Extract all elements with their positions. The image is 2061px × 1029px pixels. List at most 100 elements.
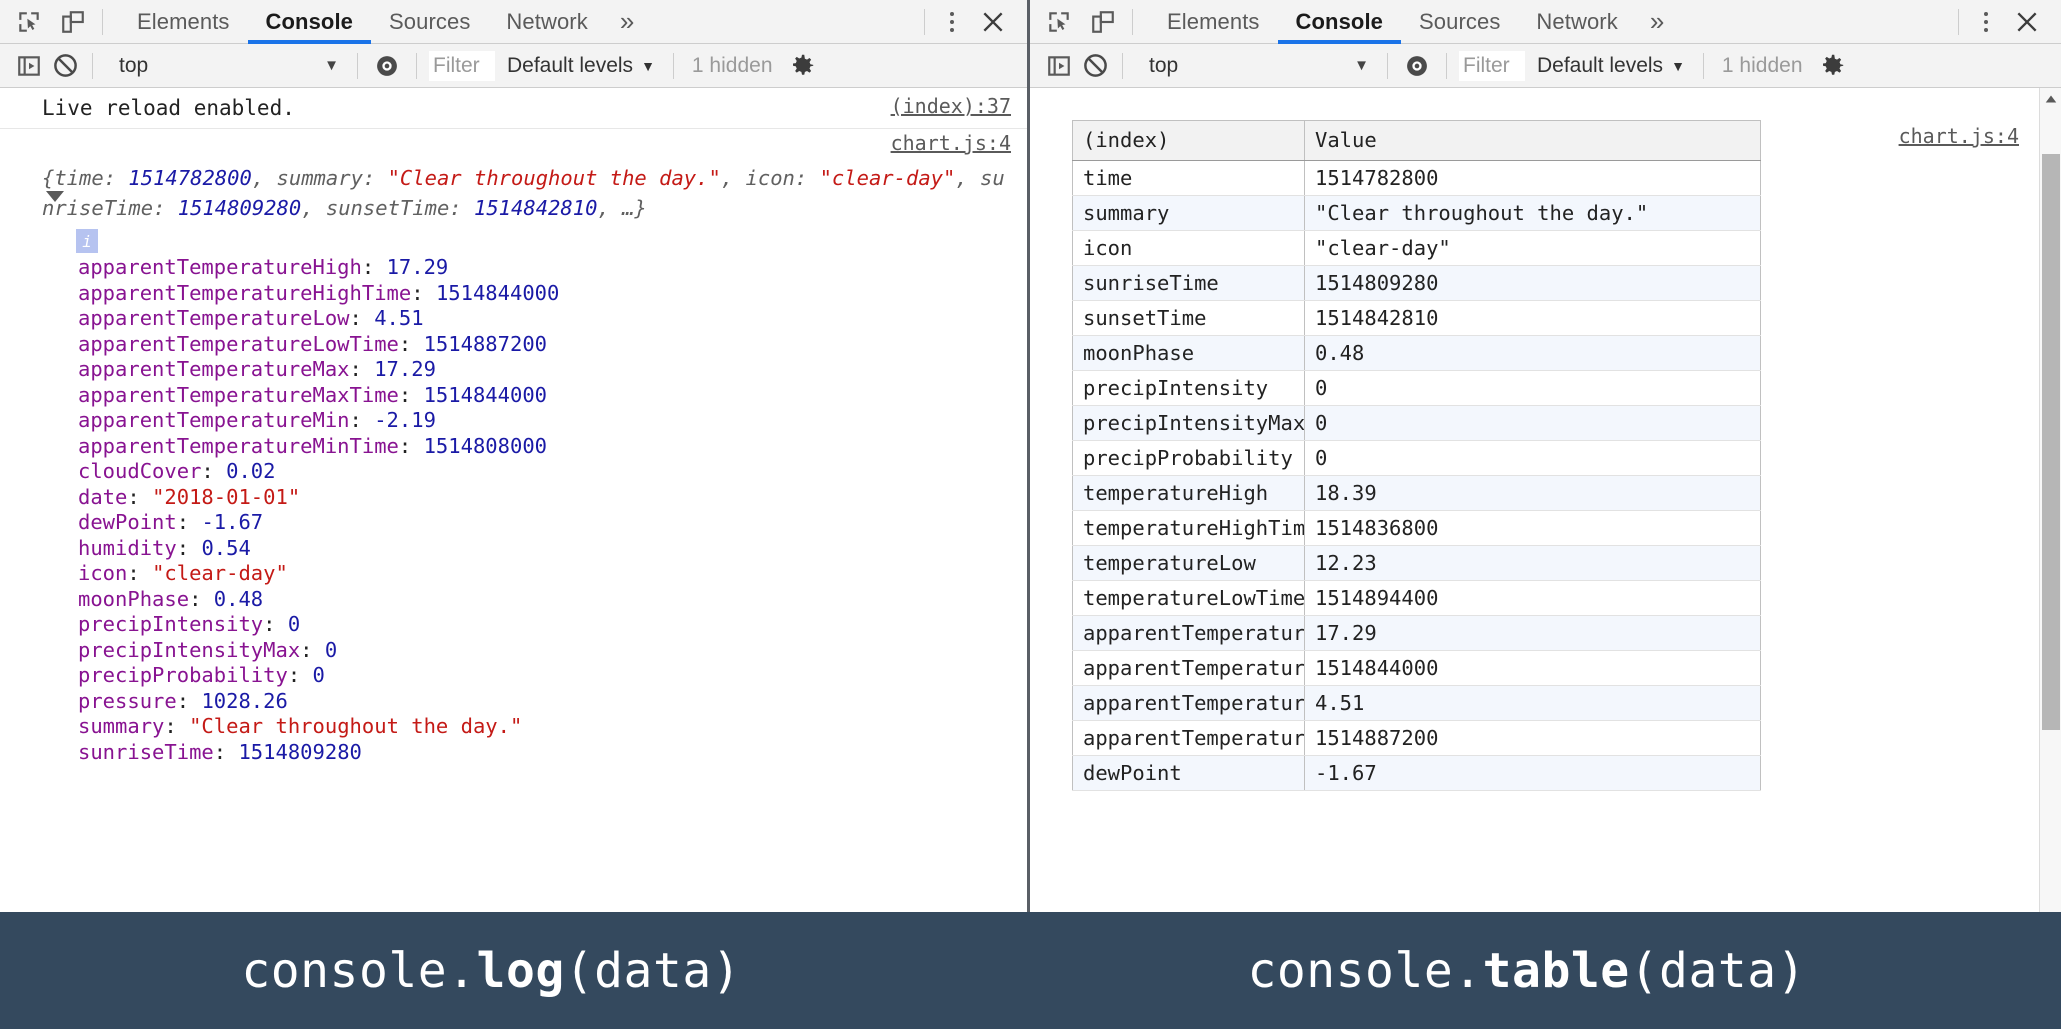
object-property-row[interactable]: apparentTemperatureMaxTime: 1514844000 xyxy=(78,383,1027,409)
table-row[interactable]: precipProbability 0 xyxy=(1072,440,1761,476)
console-sidebar-icon[interactable] xyxy=(14,51,44,81)
tab-elements[interactable]: Elements xyxy=(119,0,248,43)
device-toolbar-icon[interactable] xyxy=(58,7,88,37)
execution-context-select[interactable]: top ▼ xyxy=(105,51,345,81)
object-property-row[interactable]: pressure: 1028.26 xyxy=(78,689,1027,715)
devtools-panel-left: Elements Console Sources Network » top ▼… xyxy=(0,0,1030,912)
object-property-row[interactable]: dewPoint: -1.67 xyxy=(78,510,1027,536)
live-expression-icon[interactable] xyxy=(370,49,404,83)
table-cell-value: 4.51 xyxy=(1304,685,1761,721)
execution-context-select[interactable]: top ▼ xyxy=(1135,51,1375,81)
table-cell-value: 1514844000 xyxy=(1304,650,1761,686)
tab-network[interactable]: Network xyxy=(488,0,605,43)
disclosure-triangle-icon[interactable] xyxy=(46,191,64,202)
property-colon: : xyxy=(411,280,436,305)
table-row[interactable]: temperatureHigh 18.39 xyxy=(1072,475,1761,511)
more-options-icon[interactable] xyxy=(935,5,969,39)
inspect-element-icon[interactable] xyxy=(1044,7,1074,37)
object-property-row[interactable]: summary: "Clear throughout the day." xyxy=(78,714,1027,740)
filter-input[interactable]: Filter xyxy=(429,50,495,81)
tab-elements[interactable]: Elements xyxy=(1149,0,1278,43)
source-link-index[interactable]: (index):37 xyxy=(891,94,1011,118)
table-row[interactable]: precipIntensityMax 0 xyxy=(1072,405,1761,441)
console-output-left[interactable]: Live reload enabled. (index):37 chart.js… xyxy=(0,88,1027,912)
object-property-row[interactable]: apparentTemperatureHigh: 17.29 xyxy=(78,255,1027,281)
object-property-row[interactable]: moonPhase: 0.48 xyxy=(78,587,1027,613)
table-row[interactable]: apparentTemperatureLowTime1514887200 xyxy=(1072,720,1761,756)
property-colon: : xyxy=(349,306,375,330)
object-property-row[interactable]: precipIntensity: 0 xyxy=(78,612,1027,638)
log-levels-select[interactable]: Default levels ▼ xyxy=(501,54,661,78)
tab-console[interactable]: Console xyxy=(247,0,372,44)
table-row[interactable]: moonPhase 0.48 xyxy=(1072,335,1761,371)
object-property-row[interactable]: sunriseTime: 1514809280 xyxy=(78,740,1027,766)
live-expression-icon[interactable] xyxy=(1400,49,1434,83)
console-filterbar-left: top ▼ Filter Default levels ▼ 1 hidden xyxy=(0,44,1027,88)
object-property-row[interactable]: apparentTemperatureLow: 4.51 xyxy=(78,306,1027,332)
source-link-chartjs[interactable]: chart.js:4 xyxy=(891,131,1011,155)
object-property-row[interactable]: apparentTemperatureLowTime: 1514887200 xyxy=(78,332,1027,358)
table-row[interactable]: precipIntensity 0 xyxy=(1072,370,1761,406)
more-tabs-icon[interactable]: » xyxy=(606,0,649,43)
table-row[interactable]: time 1514782800 xyxy=(1072,160,1761,196)
tab-console[interactable]: Console xyxy=(1277,0,1402,44)
table-row[interactable]: apparentTemperatureLow4.51 xyxy=(1072,685,1761,721)
object-property-row[interactable]: date: "2018-01-01" xyxy=(78,485,1027,511)
column-header-value[interactable]: Value xyxy=(1304,120,1761,161)
table-row[interactable]: sunriseTime 1514809280 xyxy=(1072,265,1761,301)
table-row[interactable]: icon "clear-day" xyxy=(1072,230,1761,266)
table-row[interactable]: temperatureLow 12.23 xyxy=(1072,545,1761,581)
object-property-row[interactable]: apparentTemperatureMinTime: 1514808000 xyxy=(78,434,1027,460)
settings-gear-icon[interactable] xyxy=(1813,47,1851,85)
property-value: 1514844000 xyxy=(435,280,560,305)
table-row[interactable]: temperatureLowTime 1514894400 xyxy=(1072,580,1761,616)
table-row[interactable]: summary "Clear throughout the day." xyxy=(1072,195,1761,231)
column-header-index[interactable]: (index) xyxy=(1072,120,1305,161)
clear-console-icon[interactable] xyxy=(1080,51,1110,81)
close-icon[interactable] xyxy=(2007,2,2047,42)
table-cell-value: 1514894400 xyxy=(1304,580,1761,616)
property-value: 17.29 xyxy=(386,255,449,279)
log-levels-select[interactable]: Default levels ▼ xyxy=(1531,54,1691,78)
object-property-row[interactable]: icon: "clear-day" xyxy=(78,561,1027,587)
table-row[interactable]: dewPoint -1.67 xyxy=(1072,755,1761,791)
table-row[interactable]: apparentTemperatureHigh17.29 xyxy=(1072,615,1761,651)
more-tabs-icon[interactable]: » xyxy=(1636,0,1679,43)
property-value: 0 xyxy=(312,663,325,687)
filter-input[interactable]: Filter xyxy=(1459,50,1525,81)
object-property-row[interactable]: humidity: 0.54 xyxy=(78,536,1027,562)
console-sidebar-icon[interactable] xyxy=(1044,51,1074,81)
property-key: apparentTemperatureLowTime xyxy=(78,331,399,356)
object-property-row[interactable]: precipProbability: 0 xyxy=(78,663,1027,689)
object-property-row[interactable]: cloudCover: 0.02 xyxy=(78,459,1027,485)
more-options-icon[interactable] xyxy=(1969,5,2003,39)
table-row[interactable]: sunsetTime 1514842810 xyxy=(1072,300,1761,336)
close-icon[interactable] xyxy=(973,2,1013,42)
tab-sources[interactable]: Sources xyxy=(371,0,488,43)
table-row[interactable]: apparentTemperatureHighTime1514844000 xyxy=(1072,650,1761,686)
console-scrollbar[interactable] xyxy=(2039,88,2061,912)
console-output-right[interactable]: chart.js:4 (index) Value time 1514782800 s… xyxy=(1030,88,2061,912)
preview-token: 1514782800 xyxy=(128,166,252,190)
clear-console-icon[interactable] xyxy=(50,51,80,81)
device-toolbar-icon[interactable] xyxy=(1088,7,1118,37)
toolbar-divider xyxy=(102,8,103,35)
property-value: 1514808000 xyxy=(423,433,548,458)
object-property-row[interactable]: precipIntensityMax: 0 xyxy=(78,638,1027,664)
console-message-object[interactable]: chart.js:4 {time: 1514782800, summary: "… xyxy=(0,129,1027,765)
scroll-up-arrow-icon[interactable] xyxy=(2040,88,2061,110)
settings-gear-icon[interactable] xyxy=(783,47,821,85)
table-row[interactable]: temperatureHighTime 1514836800 xyxy=(1072,510,1761,546)
object-property-row[interactable]: apparentTemperatureHighTime: 1514844000 xyxy=(78,281,1027,307)
inspect-element-icon[interactable] xyxy=(14,7,44,37)
tab-sources[interactable]: Sources xyxy=(1401,0,1518,43)
devtools-tabs-left: Elements Console Sources Network » xyxy=(119,0,649,44)
object-property-row[interactable]: apparentTemperatureMax: 17.29 xyxy=(78,357,1027,383)
object-property-row[interactable]: apparentTemperatureMin: -2.19 xyxy=(78,408,1027,434)
console-message-live-reload[interactable]: Live reload enabled. (index):37 xyxy=(0,88,1027,129)
scrollbar-thumb[interactable] xyxy=(2042,154,2060,730)
property-value: 1028.26 xyxy=(201,688,288,713)
source-link-chartjs[interactable]: chart.js:4 xyxy=(1899,124,2019,148)
table-body: time 1514782800 summary "Clear throughout t… xyxy=(1072,160,1761,791)
tab-network[interactable]: Network xyxy=(1518,0,1635,43)
